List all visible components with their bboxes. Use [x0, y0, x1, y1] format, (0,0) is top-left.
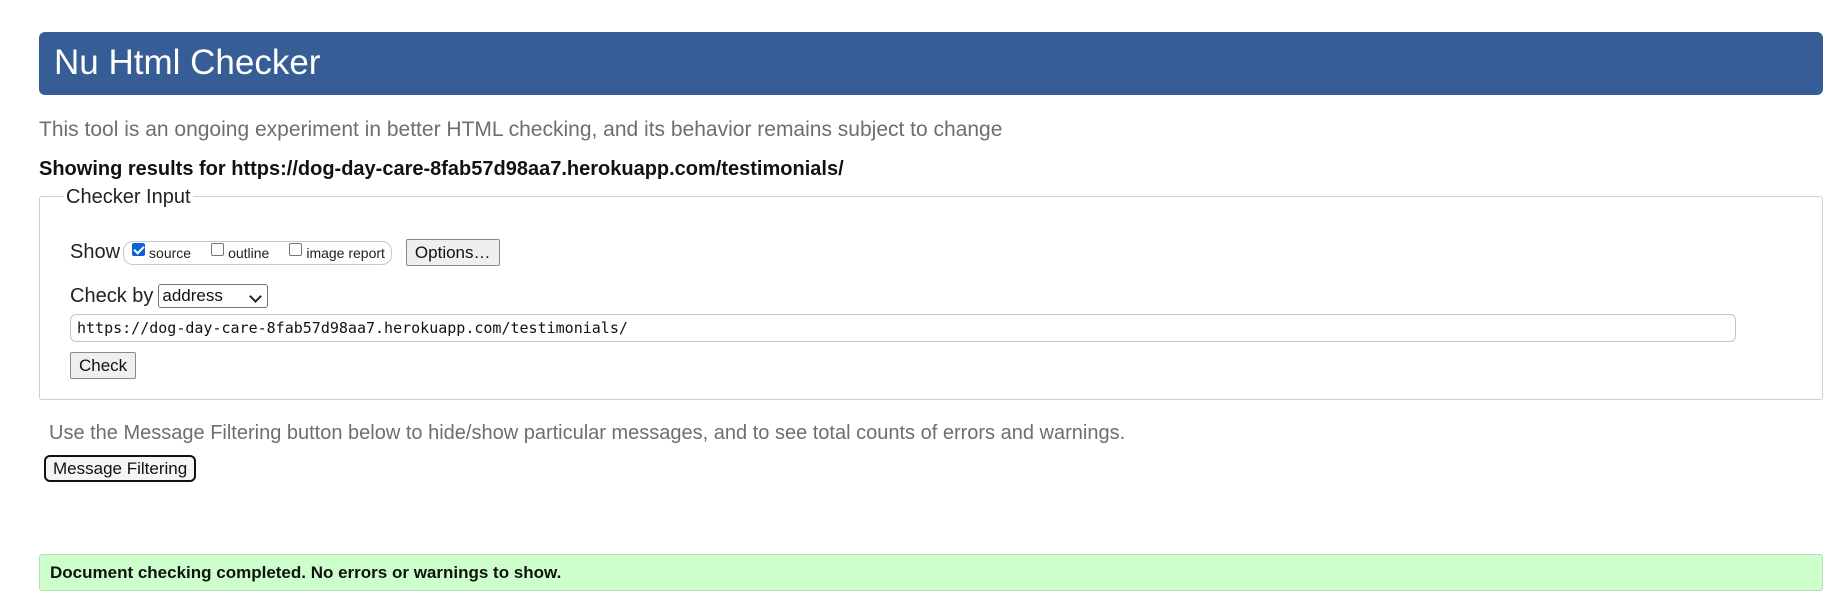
- show-options-group: source outline image report: [123, 240, 392, 265]
- status-message: Document checking completed. No errors o…: [50, 563, 562, 582]
- show-label: Show: [70, 241, 121, 263]
- outline-checkbox-label: outline: [228, 244, 270, 261]
- checker-input-fieldset: Checker Input Show source outline image …: [39, 185, 1823, 400]
- image-report-checkbox-label: image report: [306, 244, 385, 261]
- check-by-select[interactable]: address: [158, 284, 269, 308]
- url-input[interactable]: https://dog-day-care-8fab57d98aa7.heroku…: [70, 314, 1736, 342]
- show-row: Show source outline image report Options…: [70, 239, 500, 266]
- source-checkbox[interactable]: [132, 243, 146, 256]
- checker-input-legend: Checker Input: [64, 185, 193, 209]
- chevron-down-icon: [249, 290, 263, 303]
- show-image-report-option[interactable]: image report: [289, 243, 385, 261]
- show-outline-option[interactable]: outline: [211, 243, 270, 261]
- image-report-checkbox[interactable]: [289, 243, 303, 256]
- source-checkbox-label: source: [149, 244, 192, 261]
- page: Nu Html Checker This tool is an ongoing …: [0, 0, 1846, 610]
- outline-checkbox[interactable]: [211, 243, 225, 256]
- status-success-box: Document checking completed. No errors o…: [39, 554, 1823, 591]
- results-for-heading: Showing results for https://dog-day-care…: [39, 158, 844, 180]
- message-filtering-note: Use the Message Filtering button below t…: [49, 422, 1126, 444]
- tagline: This tool is an ongoing experiment in be…: [39, 118, 1003, 141]
- message-filtering-button[interactable]: Message Filtering: [44, 455, 197, 482]
- check-by-selected-value: address: [162, 286, 223, 305]
- header-banner: Nu Html Checker: [39, 32, 1823, 95]
- check-by-label: Check by: [70, 284, 154, 307]
- page-title: Nu Html Checker: [54, 43, 321, 82]
- options-button[interactable]: Options…: [405, 239, 500, 266]
- check-button[interactable]: Check: [70, 352, 137, 379]
- check-by-row: Check by address: [70, 284, 269, 308]
- show-source-option[interactable]: source: [132, 243, 192, 261]
